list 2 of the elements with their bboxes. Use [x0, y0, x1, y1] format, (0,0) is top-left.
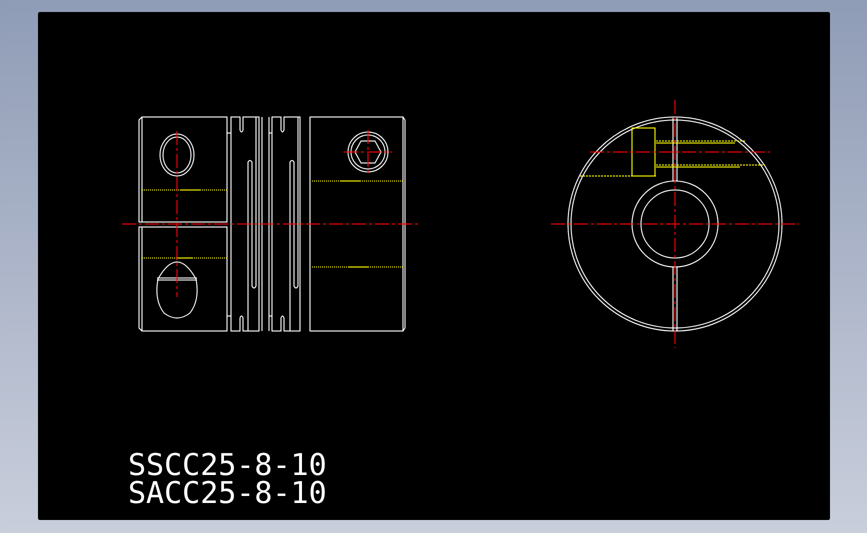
drawing-label: SSCC25-8-10: [128, 452, 328, 480]
drawing-label: SACC25-8-10: [128, 480, 328, 508]
